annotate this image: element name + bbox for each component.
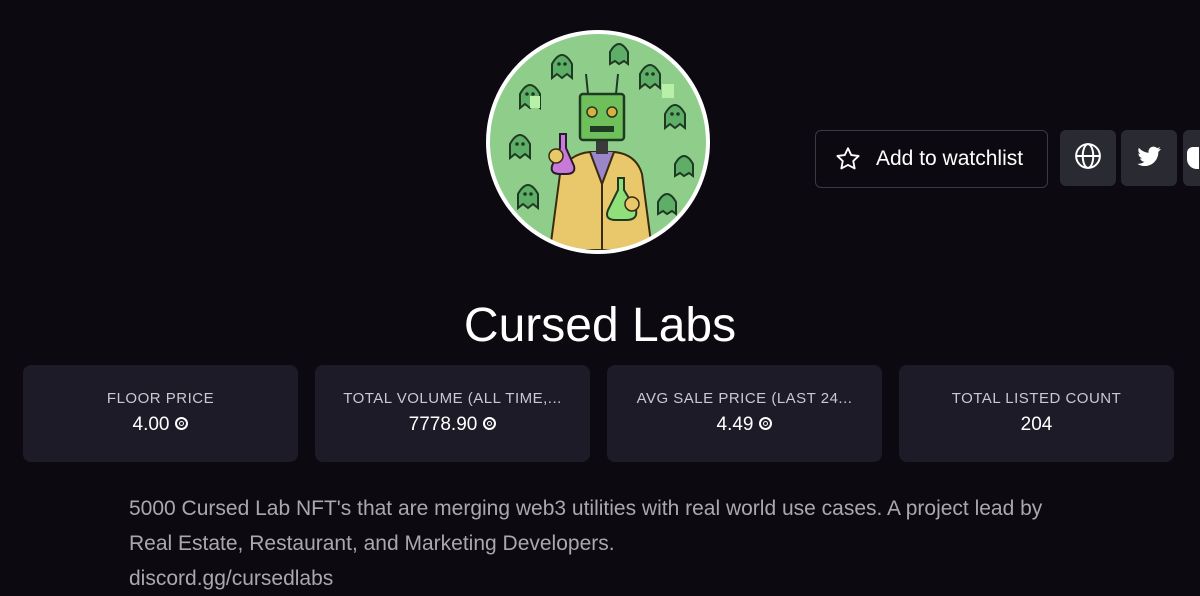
stat-number: 7778.90 [408,414,478,435]
stat-label: TOTAL VOLUME (ALL TIME,... [343,390,562,407]
stat-value: 4.00 [23,414,298,436]
sol-icon [759,417,773,430]
description-text: 5000 Cursed Lab NFT's that are merging w… [129,497,1043,555]
stat-number: 4.00 [132,414,170,435]
globe-icon [1073,141,1103,176]
twitter-icon [1135,142,1163,175]
stat-label: TOTAL LISTED COUNT [951,390,1122,407]
discord-icon [1187,147,1199,169]
stat-label: FLOOR PRICE [106,390,215,407]
sol-icon [483,417,497,430]
collection-description: 5000 Cursed Lab NFT's that are merging w… [129,491,1089,596]
stat-card-avg-sale-price: AVG SALE PRICE (LAST 24... 4.49 [607,365,882,462]
discord-link[interactable]: discord.gg/cursedlabs [129,561,1089,596]
add-to-watchlist-button[interactable]: Add to watchlist [815,130,1048,188]
watchlist-label: Add to watchlist [876,147,1024,170]
stat-card-floor-price: FLOOR PRICE 4.00 [23,365,298,462]
collection-page: Add to watchlist Cursed Labs FLOOR PRICE… [0,0,1200,596]
stat-value: 4.49 [607,414,882,436]
website-button[interactable] [1060,130,1116,186]
stat-number: 4.49 [716,414,754,435]
stat-label: AVG SALE PRICE (LAST 24... [636,390,853,407]
sol-icon [175,417,189,430]
avatar-artwork [490,34,706,250]
star-outline-icon [834,145,862,173]
stat-value: 204 [899,414,1174,436]
twitter-button[interactable] [1121,130,1177,186]
stat-number: 204 [1020,414,1053,435]
stat-value: 7778.90 [315,414,590,436]
stat-card-total-volume: TOTAL VOLUME (ALL TIME,... 7778.90 [315,365,590,462]
collection-avatar [486,30,710,254]
collection-title: Cursed Labs [463,299,737,352]
stat-card-total-listed-count: TOTAL LISTED COUNT 204 [899,365,1174,462]
discord-button[interactable] [1183,130,1200,186]
